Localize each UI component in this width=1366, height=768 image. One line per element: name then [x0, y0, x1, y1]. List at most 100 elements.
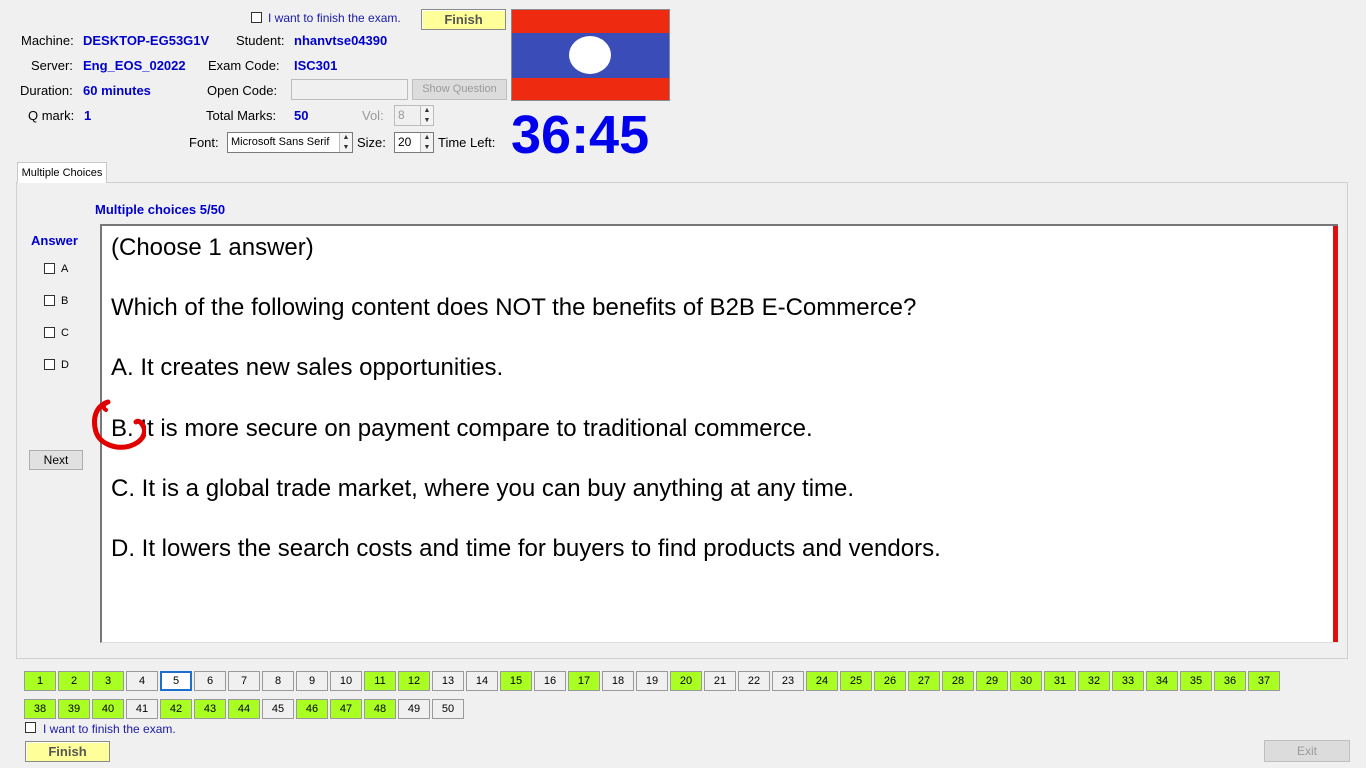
question-nav-button[interactable]: 4 — [126, 671, 158, 691]
vol-input[interactable]: 8 ▲ ▼ — [394, 105, 434, 126]
answer-option-c[interactable]: C — [44, 324, 69, 339]
question-nav-button[interactable]: 35 — [1180, 671, 1212, 691]
size-value: 20 — [398, 135, 412, 149]
student-value: nhanvtse04390 — [294, 33, 388, 48]
question-nav-button[interactable]: 45 — [262, 699, 294, 719]
option-d-text: D. It lowers the search costs and time f… — [111, 535, 941, 562]
size-label: Size: — [357, 135, 386, 150]
question-nav-button[interactable]: 34 — [1146, 671, 1178, 691]
question-nav-button[interactable]: 10 — [330, 671, 362, 691]
size-input[interactable]: 20 ▲ ▼ — [394, 132, 434, 153]
question-nav-button[interactable]: 41 — [126, 699, 158, 719]
vol-spinner[interactable]: ▲ ▼ — [420, 106, 433, 125]
question-nav-button[interactable]: 25 — [840, 671, 872, 691]
question-nav-button[interactable]: 14 — [466, 671, 498, 691]
question-nav-button[interactable]: 38 — [24, 699, 56, 719]
size-spinner[interactable]: ▲ ▼ — [420, 133, 433, 152]
answer-checkbox-d[interactable] — [44, 359, 55, 371]
tab-multiple-choices[interactable]: Multiple Choices — [17, 162, 107, 183]
question-nav-button[interactable]: 16 — [534, 671, 566, 691]
question-nav-button[interactable]: 2 — [58, 671, 90, 691]
finish-button-top[interactable]: Finish — [421, 9, 506, 30]
question-nav-button[interactable]: 43 — [194, 699, 226, 719]
spin-up-icon[interactable]: ▲ — [421, 133, 433, 143]
question-nav-button[interactable]: 7 — [228, 671, 260, 691]
open-code-input[interactable] — [291, 79, 408, 100]
question-nav-button[interactable]: 47 — [330, 699, 362, 719]
font-value: Microsoft Sans Serif — [231, 136, 330, 148]
next-button[interactable]: Next — [29, 450, 83, 470]
question-nav-button[interactable]: 50 — [432, 699, 464, 719]
question-nav-button[interactable]: 18 — [602, 671, 634, 691]
finish-button-bottom[interactable]: Finish — [25, 741, 110, 762]
question-nav-button[interactable]: 5 — [160, 671, 192, 691]
question-nav-button[interactable]: 49 — [398, 699, 430, 719]
question-nav-button[interactable]: 48 — [364, 699, 396, 719]
question-nav-button[interactable]: 30 — [1010, 671, 1042, 691]
question-nav-button[interactable]: 23 — [772, 671, 804, 691]
finish-exam-label-top[interactable]: I want to finish the exam. — [268, 11, 401, 25]
scrollbar[interactable] — [1333, 226, 1338, 642]
q-mark-value: 1 — [84, 108, 92, 123]
spin-down-icon[interactable]: ▼ — [421, 116, 433, 126]
show-question-button[interactable]: Show Question — [412, 79, 507, 100]
question-content: (Choose 1 answer) Which of the following… — [100, 224, 1338, 643]
answer-option-d[interactable]: D — [44, 356, 69, 371]
question-nav-button[interactable]: 20 — [670, 671, 702, 691]
answer-option-label: A — [61, 262, 69, 275]
question-nav-button[interactable]: 31 — [1044, 671, 1076, 691]
exit-button[interactable]: Exit — [1264, 740, 1350, 762]
question-nav-button[interactable]: 32 — [1078, 671, 1110, 691]
question-text: Which of the following content does NOT … — [111, 294, 917, 321]
font-spinner[interactable]: ▲ ▼ — [339, 133, 352, 152]
finish-exam-label-bottom[interactable]: I want to finish the exam. — [43, 722, 176, 736]
question-nav-button[interactable]: 8 — [262, 671, 294, 691]
font-select[interactable]: Microsoft Sans Serif ▲ ▼ — [227, 132, 353, 153]
spin-down-icon[interactable]: ▼ — [421, 143, 433, 153]
question-nav-button[interactable]: 42 — [160, 699, 192, 719]
question-nav-button[interactable]: 9 — [296, 671, 328, 691]
question-nav-button[interactable]: 33 — [1112, 671, 1144, 691]
question-nav-button[interactable]: 24 — [806, 671, 838, 691]
spin-down-icon[interactable]: ▼ — [340, 143, 352, 153]
question-nav-button[interactable]: 3 — [92, 671, 124, 691]
answer-option-b[interactable]: B — [44, 292, 68, 307]
question-nav-button[interactable]: 27 — [908, 671, 940, 691]
finish-exam-checkbox-bottom[interactable] — [25, 722, 36, 733]
option-c-text: C. It is a global trade market, where yo… — [111, 475, 855, 502]
answer-checkbox-b[interactable] — [44, 295, 55, 307]
exam-code-label: Exam Code: — [208, 58, 280, 73]
question-nav-button[interactable]: 15 — [500, 671, 532, 691]
answer-checkbox-a[interactable] — [44, 263, 55, 275]
question-nav-button[interactable]: 11 — [364, 671, 396, 691]
question-nav-button[interactable]: 17 — [568, 671, 600, 691]
question-nav-button[interactable]: 21 — [704, 671, 736, 691]
question-nav-button[interactable]: 6 — [194, 671, 226, 691]
finish-exam-checkbox-top[interactable] — [251, 12, 262, 23]
question-nav-button[interactable]: 1 — [24, 671, 56, 691]
question-nav-button[interactable]: 36 — [1214, 671, 1246, 691]
student-label: Student: — [236, 33, 285, 48]
question-nav-button[interactable]: 22 — [738, 671, 770, 691]
question-nav-button[interactable]: 12 — [398, 671, 430, 691]
machine-value: DESKTOP-EG53G1V — [83, 33, 210, 48]
question-header: Multiple choices 5/50 — [95, 202, 226, 217]
question-nav-button[interactable]: 19 — [636, 671, 668, 691]
question-nav-button[interactable]: 44 — [228, 699, 260, 719]
spin-up-icon[interactable]: ▲ — [340, 133, 352, 143]
question-nav-button[interactable]: 40 — [92, 699, 124, 719]
answer-checkbox-c[interactable] — [44, 327, 55, 339]
server-label: Server: — [31, 58, 73, 73]
answer-title: Answer — [31, 233, 78, 248]
duration-value: 60 minutes — [83, 83, 151, 98]
question-nav-button[interactable]: 29 — [976, 671, 1008, 691]
answer-option-a[interactable]: A — [44, 260, 68, 275]
question-nav-button[interactable]: 37 — [1248, 671, 1280, 691]
question-nav-button[interactable]: 39 — [58, 699, 90, 719]
flag-image — [511, 9, 670, 101]
question-nav-button[interactable]: 13 — [432, 671, 464, 691]
spin-up-icon[interactable]: ▲ — [421, 106, 433, 116]
question-nav-button[interactable]: 26 — [874, 671, 906, 691]
question-nav-button[interactable]: 46 — [296, 699, 328, 719]
question-nav-button[interactable]: 28 — [942, 671, 974, 691]
